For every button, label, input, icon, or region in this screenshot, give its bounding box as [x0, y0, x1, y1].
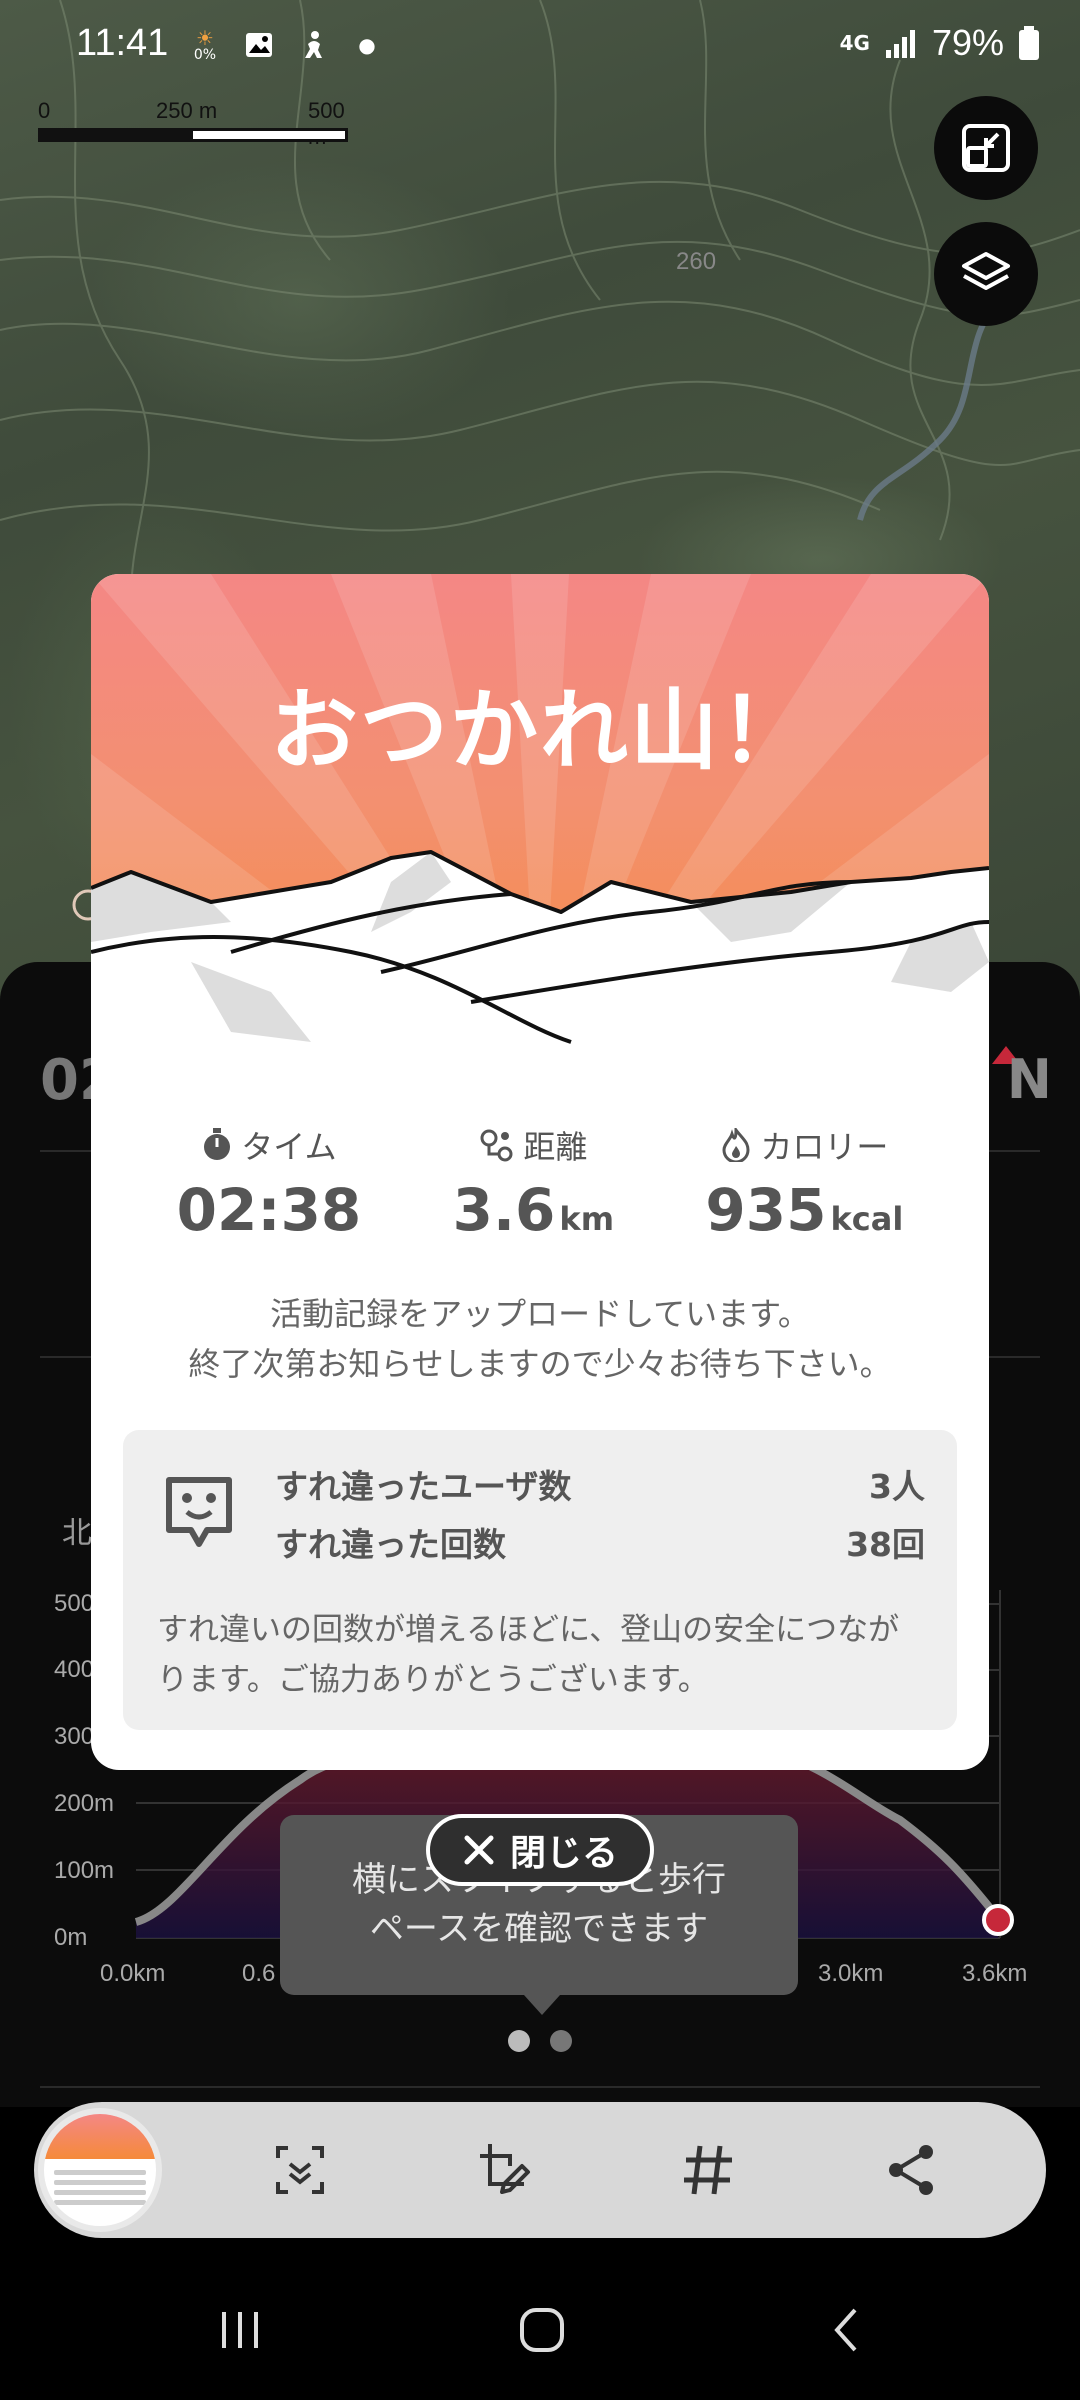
y-tick: 300 — [54, 1723, 95, 1750]
stat-value: 02:38 — [177, 1176, 362, 1244]
stat-label: タイム — [241, 1128, 337, 1166]
map-layers-button[interactable] — [934, 222, 1038, 326]
hashtag-button[interactable] — [678, 2140, 738, 2200]
clock: 11:41 — [76, 22, 169, 64]
collapse-map-icon — [962, 124, 1010, 172]
close-button[interactable]: 閉じる — [426, 1814, 654, 1886]
distance-value: 3.6 — [452, 1176, 556, 1244]
system-navigation-bar — [0, 2260, 1080, 2400]
share-button[interactable] — [882, 2140, 942, 2200]
tooltip-line: ペースを確認できます — [369, 1909, 709, 1949]
completion-dialog: おつかれ山！ タイム 02:38 距離 3.6 km カロリー 935 kcal… — [91, 574, 989, 1770]
scale-track — [38, 128, 348, 142]
page-dot — [550, 2030, 572, 2052]
close-icon — [464, 1835, 494, 1865]
calories-unit: kcal — [830, 1200, 904, 1238]
route-pin-icon — [480, 1129, 513, 1162]
y-tick: 0m — [54, 1924, 88, 1951]
back-button[interactable] — [806, 2300, 886, 2360]
activity-stats: タイム 02:38 距離 3.6 km カロリー 935 kcal — [91, 1122, 989, 1244]
stat-label: カロリー — [760, 1128, 889, 1166]
battery-percent: 79% — [931, 22, 1004, 63]
y-tick: 200m — [54, 1790, 115, 1817]
dot-icon: ● — [358, 33, 376, 57]
signal-icon — [885, 30, 915, 58]
stat-label-row: カロリー — [720, 1122, 888, 1168]
stat-time: タイム 02:38 — [177, 1122, 362, 1244]
x-tick: 3.0km — [818, 1960, 884, 1987]
home-icon — [520, 2308, 564, 2352]
upload-message-line: 活動記録をアップロードしています。 — [270, 1295, 810, 1333]
edit-screenshot-button[interactable] — [474, 2140, 534, 2200]
upload-message-line: 終了次第お知らせしますので少々お待ち下さい。 — [188, 1344, 892, 1383]
hiker-icon — [296, 28, 330, 62]
y-tick: 400 — [54, 1656, 95, 1683]
upload-message: 活動記録をアップロードしています。 終了次第お知らせしますので少々お待ち下さい。 — [91, 1290, 989, 1389]
crop-edit-icon — [480, 2144, 530, 2194]
recent-apps-icon — [222, 2312, 258, 2348]
x-tick: 0.6 — [242, 1960, 276, 1987]
page-indicator — [508, 2030, 572, 2052]
screenshot-toolbar — [34, 2102, 1046, 2238]
page-dot-active — [508, 2030, 530, 2052]
stat-label: 距離 — [523, 1128, 588, 1166]
encounter-face-icon — [166, 1477, 232, 1547]
screenshot-thumbnail[interactable] — [38, 2108, 162, 2232]
stat-label-row: 距離 — [479, 1122, 587, 1168]
stat-value: 3.6 km — [453, 1176, 614, 1244]
stat-distance: 距離 3.6 km — [453, 1122, 614, 1244]
home-button[interactable] — [502, 2300, 582, 2360]
recent-apps-button[interactable] — [200, 2300, 280, 2360]
hashtag-icon — [684, 2145, 732, 2195]
chart-label: 北 — [62, 1516, 92, 1551]
encounter-count-label: すれ違った回数 — [275, 1525, 506, 1564]
encounter-count-row: すれ違った回数 38回 — [275, 1518, 925, 1566]
status-bar: 11:41 ☀ 0% ● 4G 79% — [0, 0, 1080, 96]
encounter-users-label: すれ違ったユーザ数 — [275, 1467, 572, 1506]
dialog-title: おつかれ山！ — [269, 679, 810, 782]
stat-calories: カロリー 935 kcal — [705, 1122, 903, 1244]
network-type-icon: 4G — [839, 31, 870, 55]
y-tick: 500 — [54, 1590, 95, 1617]
battery-icon — [1019, 26, 1039, 60]
y-tick: 100m — [54, 1857, 115, 1884]
scale-label-500: 500 m — [308, 98, 345, 149]
encounter-users-row: すれ違ったユーザ数 3人 — [275, 1460, 925, 1508]
end-marker — [982, 1904, 1014, 1936]
notification-icons: ☀ 0% ● — [188, 28, 384, 62]
encounter-note: すれ違いの回数が増えるほどに、登山の安全につながります。ご協力ありがとうございま… — [157, 1612, 900, 1698]
scale-label-250: 250 m — [156, 98, 218, 123]
divider — [40, 2086, 1040, 2088]
close-label: 閉じる — [509, 1833, 618, 1874]
compass-letter: N — [1006, 1048, 1052, 1111]
scroll-capture-icon — [276, 2146, 324, 2194]
encounter-count-value: 38回 — [846, 1525, 925, 1564]
stat-value: 935 kcal — [705, 1176, 903, 1244]
x-tick: 3.6km — [962, 1960, 1028, 1987]
stat-label-row: タイム — [201, 1122, 337, 1168]
weather-icon: ☀ 0% — [193, 26, 217, 63]
weather-percent: 0% — [193, 47, 217, 63]
mountain-illustration — [91, 850, 989, 1102]
distance-unit: km — [559, 1200, 615, 1238]
system-status: 4G 79% — [840, 22, 1040, 64]
gallery-icon — [242, 28, 276, 62]
contour-label: 260 — [676, 248, 717, 275]
share-icon — [889, 2145, 933, 2195]
fullscreen-toggle-button[interactable] — [934, 96, 1038, 200]
scale-label-0: 0 — [38, 98, 51, 123]
map-scale-bar: 0 250 m 500 m — [38, 98, 358, 150]
time-value: 02:38 — [176, 1176, 362, 1244]
scroll-capture-button[interactable] — [270, 2140, 330, 2200]
encounter-box: すれ違ったユーザ数 3人 すれ違った回数 38回 すれ違いの回数が増えるほどに、… — [123, 1430, 957, 1730]
layers-icon — [962, 252, 1010, 290]
calories-value: 935 — [705, 1176, 827, 1244]
stopwatch-icon — [204, 1128, 231, 1160]
x-tick: 0.0km — [100, 1960, 166, 1987]
encounter-users-value: 3人 — [869, 1467, 925, 1506]
flame-icon — [722, 1128, 750, 1162]
back-icon — [834, 2308, 857, 2352]
